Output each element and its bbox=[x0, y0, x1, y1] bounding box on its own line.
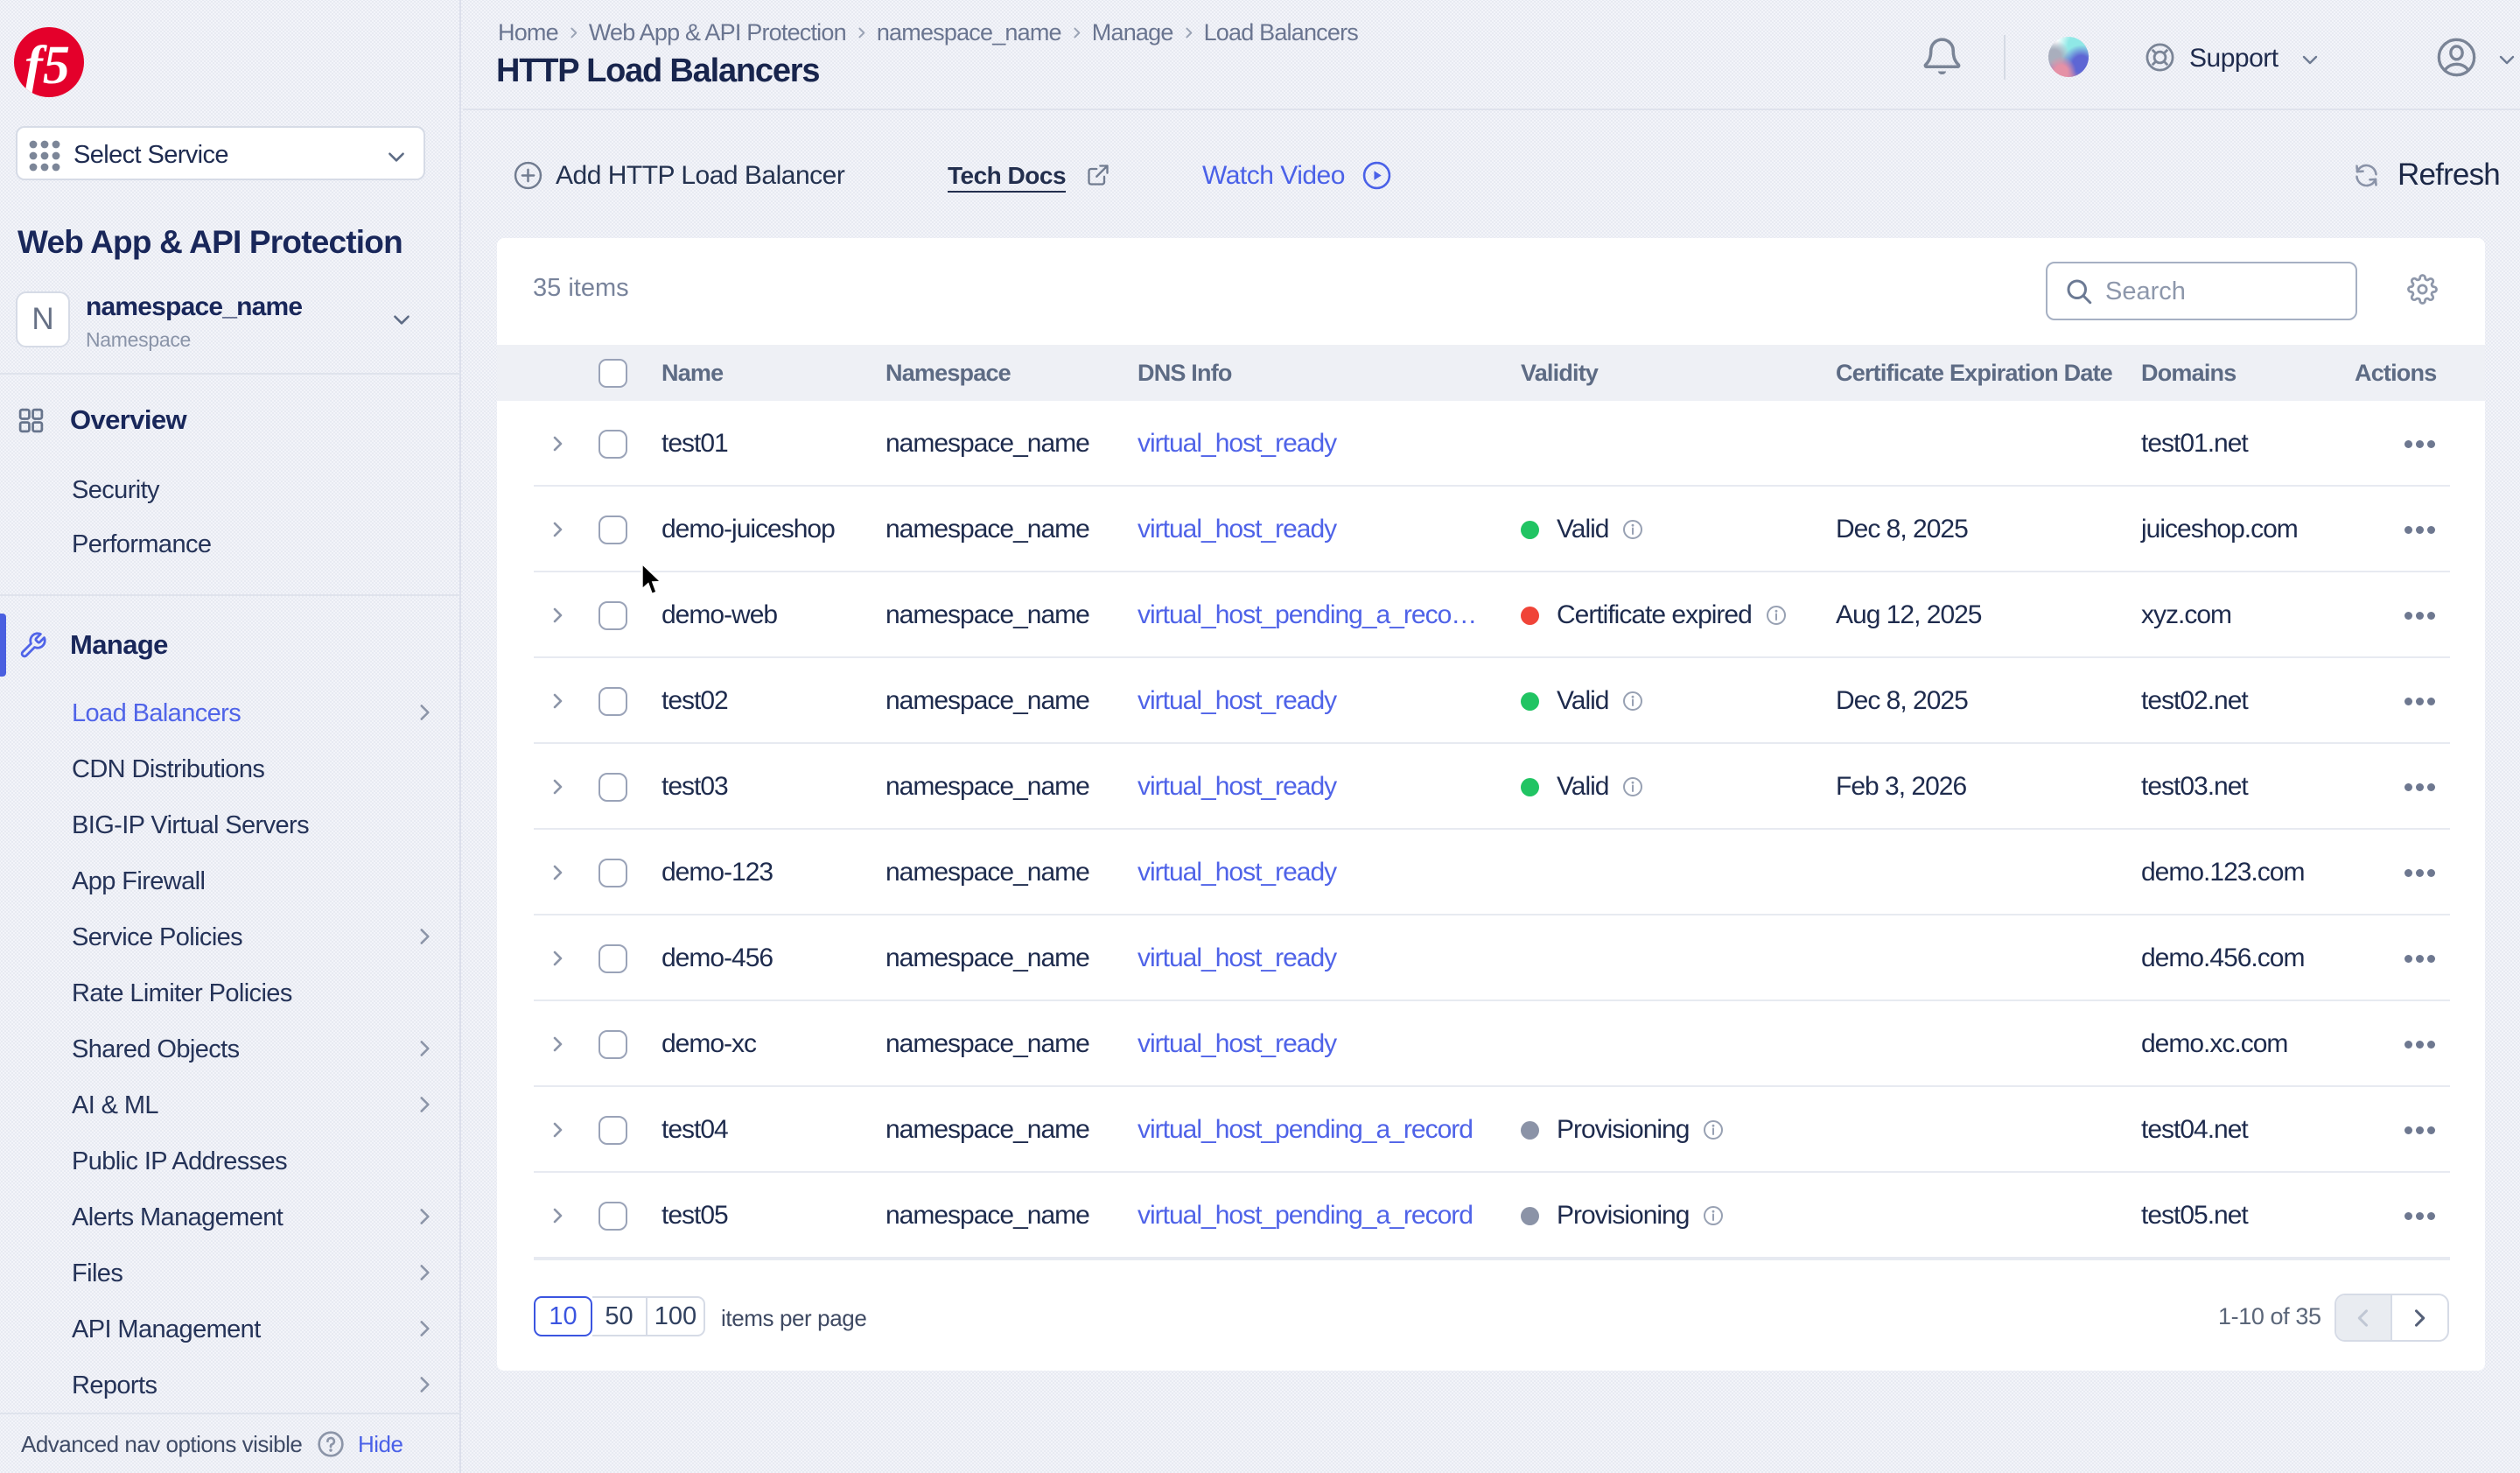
svg-text:f5: f5 bbox=[24, 36, 70, 95]
